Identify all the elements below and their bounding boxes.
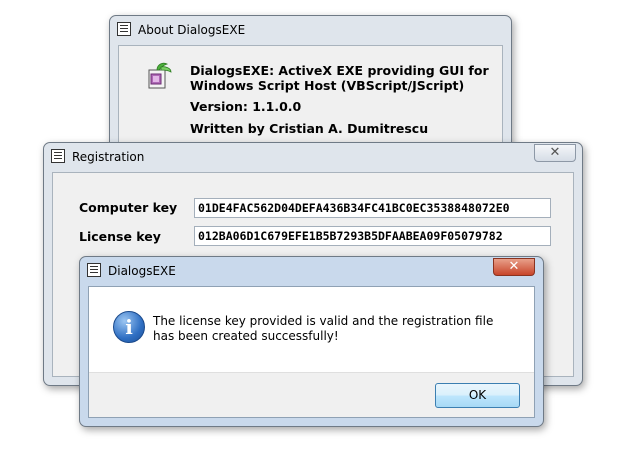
window-icon xyxy=(51,149,65,163)
about-description-line2: Windows Script Host (VBScript/JScript) xyxy=(190,78,465,93)
message-box-title: DialogsEXE xyxy=(108,264,176,278)
about-description-line1: DialogsEXE: ActiveX EXE providing GUI fo… xyxy=(190,63,489,78)
computer-key-field[interactable]: 01DE4FAC562D04DEFA436B34FC41BC0EC3538848… xyxy=(194,198,551,218)
message-box-window: DialogsEXE ✕ i The license key provided … xyxy=(79,256,544,427)
about-titlebar[interactable]: About DialogsEXE xyxy=(110,16,511,44)
registration-title: Registration xyxy=(72,150,145,164)
information-icon: i xyxy=(113,311,145,343)
close-icon: ✕ xyxy=(549,145,561,160)
message-box-close-button[interactable]: ✕ xyxy=(493,258,535,276)
window-icon xyxy=(117,22,131,36)
about-author: Written by Cristian A. Dumitrescu xyxy=(190,121,429,136)
license-key-label: License key xyxy=(79,229,161,244)
about-title: About DialogsEXE xyxy=(138,23,246,37)
registration-titlebar[interactable]: Registration ✕ xyxy=(44,143,582,171)
computer-key-label: Computer key xyxy=(79,200,178,215)
message-text: The license key provided is valid and th… xyxy=(153,314,494,343)
message-box-titlebar[interactable]: DialogsEXE ✕ xyxy=(80,257,543,285)
ok-button[interactable]: OK xyxy=(435,383,520,408)
app-icon xyxy=(148,62,172,89)
message-box-content: i The license key provided is valid and … xyxy=(88,286,535,418)
close-icon: ✕ xyxy=(508,259,520,274)
about-version: Version: 1.1.0.0 xyxy=(190,99,302,114)
message-box-footer: OK xyxy=(89,372,534,417)
window-icon xyxy=(87,263,101,277)
registration-close-button[interactable]: ✕ xyxy=(534,144,576,162)
license-key-field[interactable]: 012BA06D1C679EFE1B5B7293B5DFAABEA09F0507… xyxy=(194,226,551,246)
